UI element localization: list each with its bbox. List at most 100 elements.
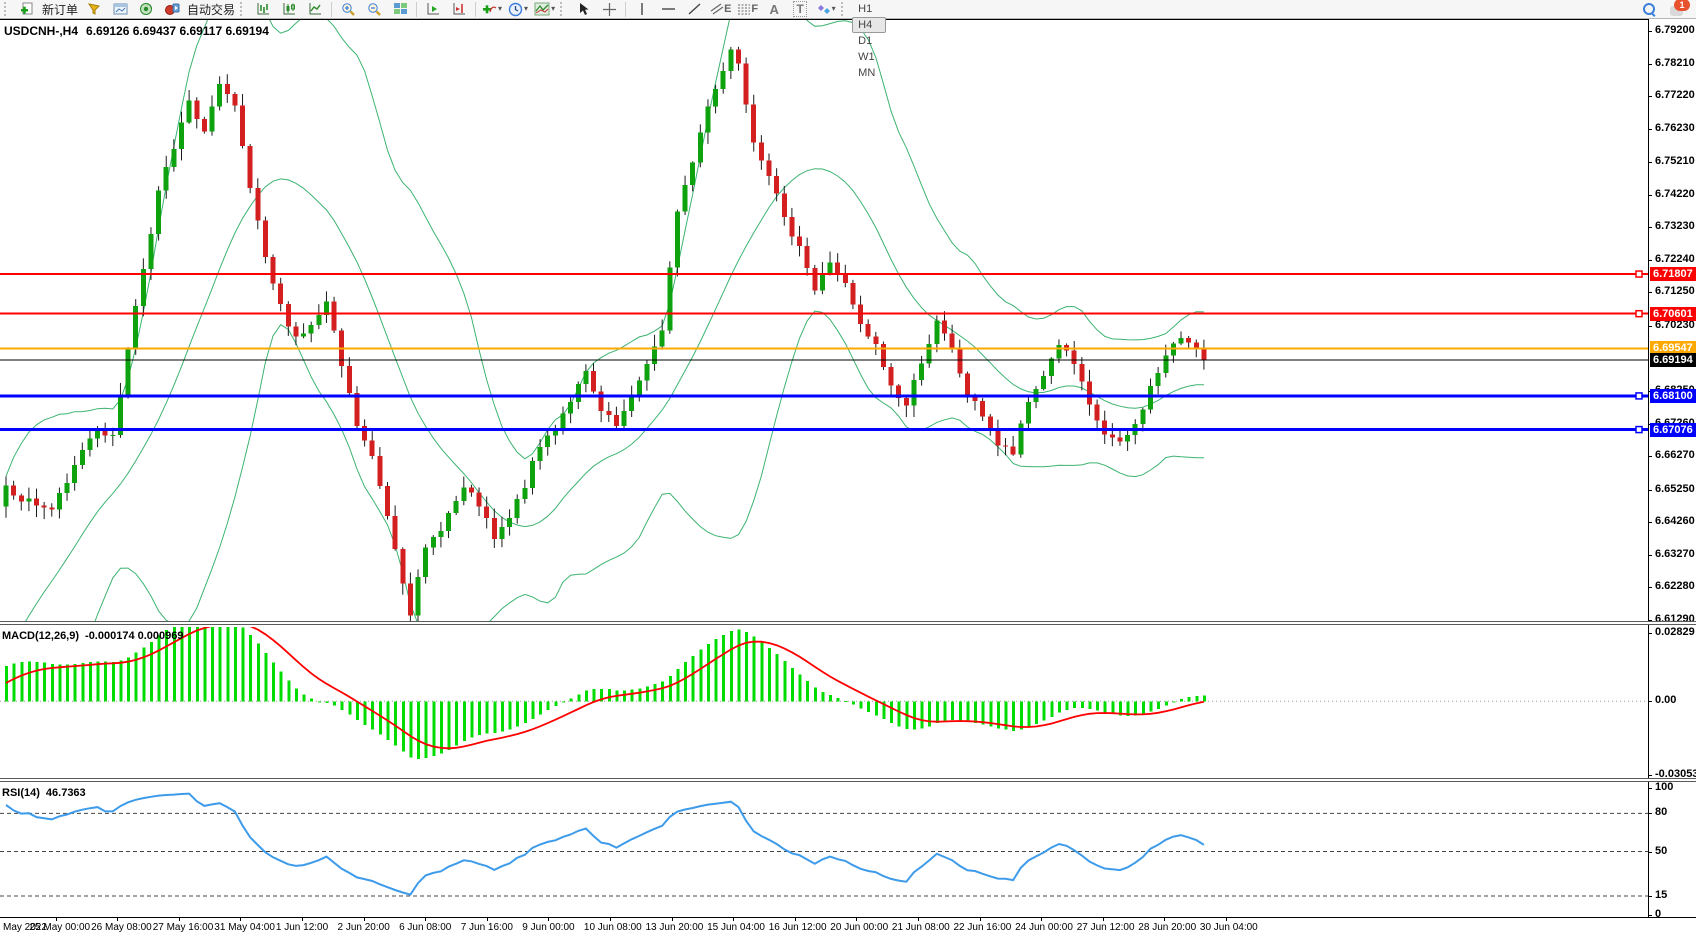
dropdown-caret: ▾ xyxy=(498,5,502,13)
tile-windows-button[interactable] xyxy=(387,0,413,19)
axis-tick xyxy=(1648,701,1652,702)
date-tick xyxy=(302,918,303,921)
price-tick: 6.77220 xyxy=(1655,89,1695,101)
axis-tick xyxy=(1648,162,1652,163)
text-label-button[interactable]: T xyxy=(787,0,813,19)
date-tick xyxy=(1103,918,1104,921)
chart-shift-icon xyxy=(452,2,467,16)
toolbar-grip[interactable] xyxy=(560,2,566,16)
date-label: 1 Jun 12:00 xyxy=(276,922,328,933)
date-tick xyxy=(487,918,488,921)
date-label: 6 Jun 08:00 xyxy=(399,922,451,933)
zoom-in-button[interactable] xyxy=(335,0,361,19)
toolbar-grip[interactable] xyxy=(240,2,246,16)
funnel-icon xyxy=(87,2,101,16)
indicators-icon xyxy=(482,2,497,16)
timeframe-h1[interactable]: H1 xyxy=(852,1,885,17)
timeframe-d1[interactable]: D1 xyxy=(852,33,885,49)
notification-badge: 1 xyxy=(1674,0,1690,11)
axis-tick xyxy=(1648,915,1652,916)
vertical-line-button[interactable] xyxy=(629,0,655,19)
crosshair-button[interactable] xyxy=(596,0,622,19)
axis-tick xyxy=(1648,813,1652,814)
axis-tick xyxy=(1648,292,1652,293)
chart-window-icon xyxy=(113,2,128,16)
toolbar-grip[interactable] xyxy=(4,2,10,16)
chat-icon[interactable]: 1 xyxy=(1670,3,1686,16)
price-tick: 6.70230 xyxy=(1655,319,1695,331)
price-axis[interactable]: 6.792006.782106.772206.762306.752106.742… xyxy=(1648,19,1696,917)
price-tick: 6.78210 xyxy=(1655,57,1695,69)
toolbar-grip[interactable] xyxy=(841,2,847,16)
rsi-panel-resize-handle[interactable] xyxy=(0,778,1696,782)
new-order-label[interactable]: 新订单 xyxy=(42,1,78,18)
crosshair-icon xyxy=(602,2,617,17)
new-chart-window-button[interactable] xyxy=(107,0,133,19)
bar-chart-icon xyxy=(256,2,271,16)
chart-shift-button[interactable] xyxy=(446,0,472,19)
price-tick: 6.75210 xyxy=(1655,155,1695,167)
autotrading-button[interactable] xyxy=(159,0,185,19)
dropdown-caret: ▾ xyxy=(551,5,555,13)
signals-button[interactable] xyxy=(133,0,159,19)
axis-tick xyxy=(1648,456,1652,457)
symbol-period: USDCNH-,H4 xyxy=(4,24,78,38)
line-chart-button[interactable] xyxy=(302,0,328,19)
rsi-tick: 80 xyxy=(1655,806,1667,818)
clock-icon xyxy=(508,2,523,17)
trendline-button[interactable] xyxy=(681,0,707,19)
date-axis[interactable]: May 202225 May 00:0026 May 08:0027 May 1… xyxy=(0,917,1696,943)
date-tick xyxy=(918,918,919,921)
timeframe-w1[interactable]: W1 xyxy=(852,49,885,65)
axis-tick xyxy=(1648,64,1652,65)
toolbar-separator xyxy=(331,2,332,17)
timeframe-h4[interactable]: H4 xyxy=(852,17,885,33)
auto-scroll-icon xyxy=(426,2,441,16)
price-line-label: 6.70601 xyxy=(1650,307,1696,321)
axis-tick xyxy=(1648,896,1652,897)
date-tick xyxy=(980,918,981,921)
search-icon[interactable] xyxy=(1643,3,1656,16)
date-label: 20 Jun 00:00 xyxy=(830,922,888,933)
date-tick xyxy=(240,918,241,921)
templates-button[interactable]: ▾ xyxy=(531,0,558,19)
date-label: 30 Jun 04:00 xyxy=(1200,922,1258,933)
price-chart-canvas[interactable] xyxy=(0,0,1696,943)
timeframe-mn[interactable]: MN xyxy=(852,65,885,81)
axis-tick xyxy=(1648,227,1652,228)
axis-tick xyxy=(1648,775,1652,776)
periods-button[interactable]: ▾ xyxy=(505,0,531,19)
horizontal-line-button[interactable] xyxy=(655,0,681,19)
auto-scroll-button[interactable] xyxy=(420,0,446,19)
new-order-button[interactable] xyxy=(14,0,40,19)
fibonacci-button[interactable]: F xyxy=(734,0,761,19)
toolbar-separator xyxy=(475,2,476,17)
macd-panel-resize-handle[interactable] xyxy=(0,621,1696,625)
price-line-label: 6.71807 xyxy=(1650,267,1696,281)
funnel-button[interactable] xyxy=(81,0,107,19)
tile-windows-icon xyxy=(393,2,408,16)
zoom-out-button[interactable] xyxy=(361,0,387,19)
axis-tick xyxy=(1648,633,1652,634)
date-tick xyxy=(856,918,857,921)
arrows-button[interactable]: ▾ xyxy=(813,0,839,19)
cursor-button[interactable] xyxy=(570,0,596,19)
macd-title: MACD(12,26,9)-0.000174 0.000969 xyxy=(2,630,190,642)
ohlc-values: 6.69126 6.69437 6.69117 6.69194 xyxy=(86,24,269,38)
date-label: 21 Jun 08:00 xyxy=(892,922,950,933)
bar-chart-button[interactable] xyxy=(250,0,276,19)
toolbar-right: 1 xyxy=(1643,3,1696,16)
date-label: 13 Jun 20:00 xyxy=(646,922,704,933)
autotrading-label[interactable]: 自动交易 xyxy=(187,1,235,18)
indicators-button[interactable]: ▾ xyxy=(479,0,505,19)
date-label: 15 Jun 04:00 xyxy=(707,922,765,933)
date-label: 22 Jun 16:00 xyxy=(954,922,1012,933)
price-line-label: 6.68100 xyxy=(1650,389,1696,403)
channel-glyph: E xyxy=(724,3,731,15)
candlestick-chart-button[interactable] xyxy=(276,0,302,19)
date-label: 10 Jun 08:00 xyxy=(584,922,642,933)
equidistant-channel-button[interactable]: E xyxy=(707,0,734,19)
text-tool-button[interactable]: A xyxy=(761,0,787,19)
dropdown-caret: ▾ xyxy=(524,5,528,13)
date-tick xyxy=(425,918,426,921)
